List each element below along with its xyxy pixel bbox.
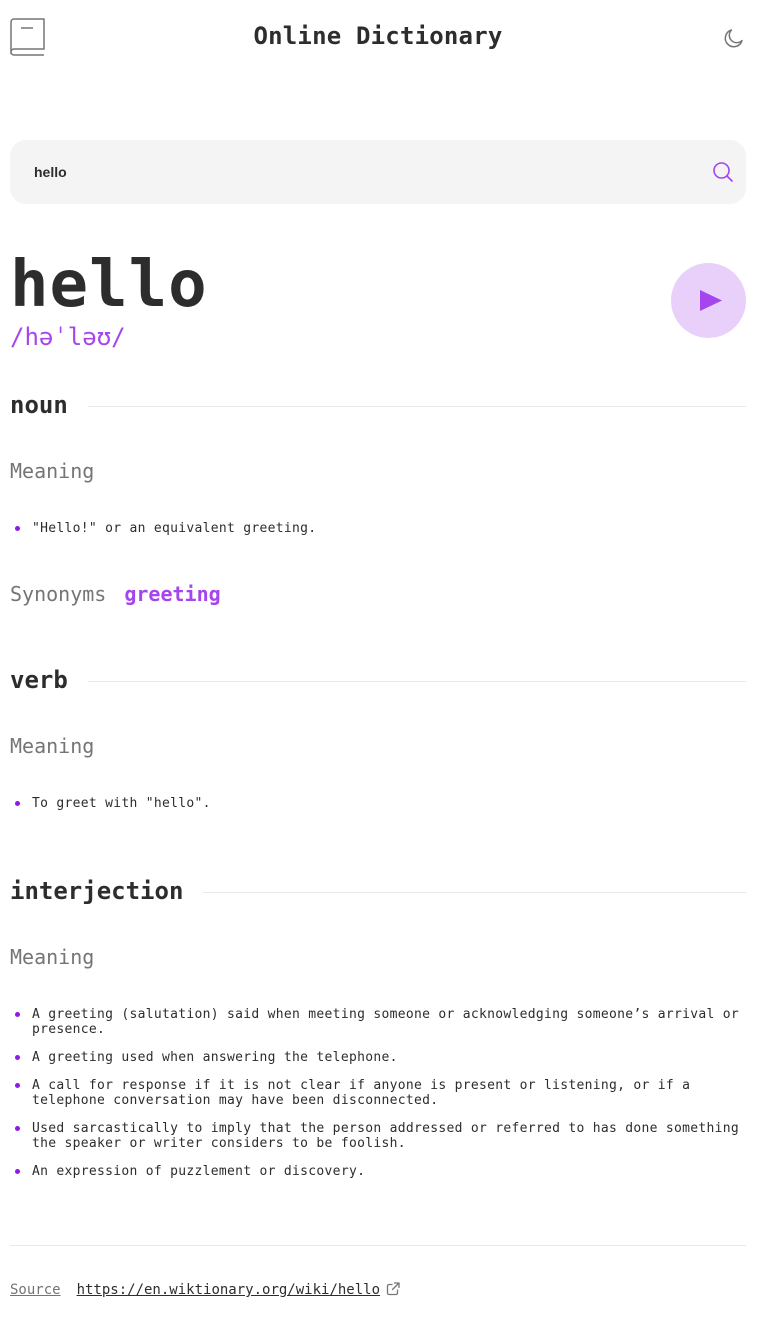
section-divider	[10, 681, 746, 682]
synonym-link[interactable]: greeting	[124, 582, 220, 606]
meaning-label: Meaning	[10, 734, 95, 758]
definition-item: A greeting (salutation) said when meetin…	[10, 1007, 746, 1037]
bullet	[15, 1055, 20, 1060]
app: Online Dictionary hello /həˈləʊ/ noun Me…	[10, 0, 746, 1298]
part-of-speech: noun	[10, 389, 88, 421]
part-of-speech: interjection	[10, 875, 204, 907]
external-link-icon[interactable]	[386, 1282, 400, 1296]
bullet	[15, 1126, 20, 1131]
source-link[interactable]: https://en.wiktionary.org/wiki/hello	[77, 1282, 380, 1298]
search-input[interactable]	[34, 160, 674, 184]
definition-item: An expression of puzzlement or discovery…	[10, 1164, 746, 1179]
part-of-speech: verb	[10, 664, 88, 696]
meaning-section-interjection: interjection	[10, 875, 746, 915]
moon-icon[interactable]	[722, 26, 746, 50]
bullet	[15, 1012, 20, 1017]
definition-item: Used sarcastically to imply that the per…	[10, 1121, 746, 1151]
meaning-section-noun: noun	[10, 389, 746, 429]
phonetic: /həˈləʊ/	[10, 323, 126, 351]
bullet	[15, 526, 20, 531]
definition-list: "Hello!" or an equivalent greeting.	[10, 521, 746, 549]
meaning-label: Meaning	[10, 459, 95, 483]
bullet	[15, 1083, 20, 1088]
definition-item: "Hello!" or an equivalent greeting.	[10, 521, 746, 536]
bullet	[15, 1169, 20, 1174]
bullet	[15, 801, 20, 806]
section-divider	[10, 406, 746, 407]
meaning-section-verb: verb	[10, 664, 746, 704]
definition-item: A greeting used when answering the telep…	[10, 1050, 746, 1065]
definition-list: To greet with "hello".	[10, 796, 746, 824]
definition-item: A call for response if it is not clear i…	[10, 1078, 746, 1108]
synonyms-row: Synonyms greeting	[10, 580, 221, 608]
search-bar	[10, 140, 746, 204]
source-row: Source https://en.wiktionary.org/wiki/hel…	[10, 1281, 400, 1299]
play-audio-button[interactable]	[671, 263, 746, 338]
play-icon	[700, 290, 722, 311]
meaning-label: Meaning	[10, 945, 95, 969]
app-title: Online Dictionary	[253, 22, 503, 50]
footer-divider	[10, 1245, 746, 1246]
synonyms-label: Synonyms	[10, 582, 107, 606]
search-icon[interactable]	[712, 161, 734, 183]
definition-list: A greeting (salutation) said when meetin…	[10, 1007, 746, 1192]
definition-item: To greet with "hello".	[10, 796, 746, 811]
source-label: Source	[10, 1282, 61, 1298]
header: Online Dictionary	[10, 0, 746, 76]
word-heading: hello	[10, 248, 208, 322]
